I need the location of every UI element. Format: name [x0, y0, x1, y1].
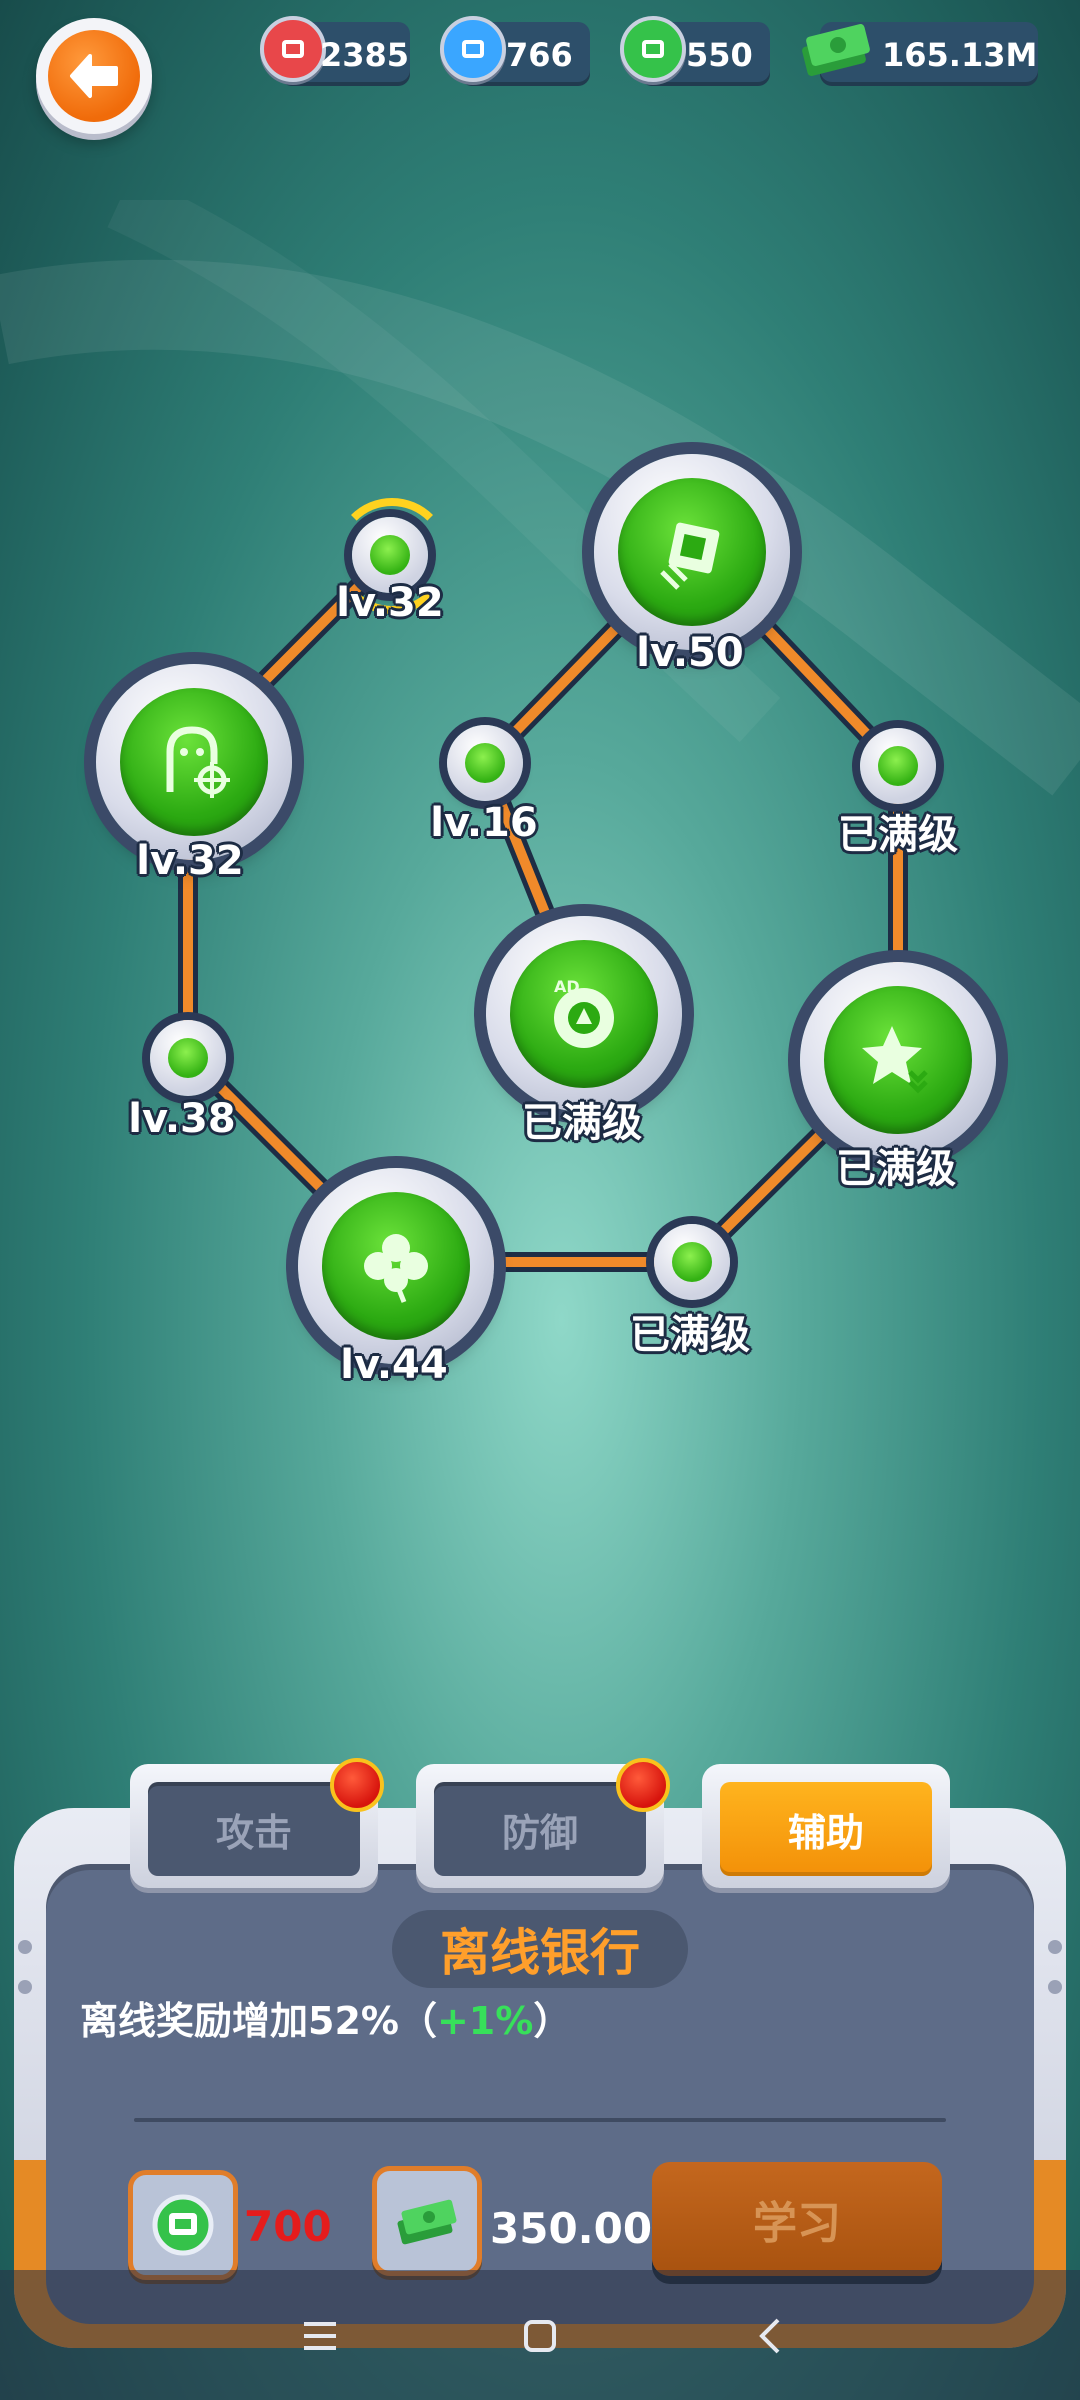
- notification-dot: [330, 1758, 384, 1812]
- notification-dot: [616, 1758, 670, 1812]
- cash-icon: [397, 2199, 457, 2245]
- cash-cost-box: [372, 2166, 482, 2276]
- skill-level-label: lv.38: [128, 1096, 236, 1142]
- tab-attack[interactable]: 攻击: [130, 1758, 384, 1888]
- skill-level-label: 已满级: [836, 1146, 956, 1192]
- target-ghost-icon: [166, 726, 230, 798]
- skill-node-left-small[interactable]: [150, 1020, 226, 1096]
- skill-node-bottom-big[interactable]: [298, 1168, 494, 1364]
- description-bonus: +1%: [436, 1999, 534, 2043]
- tab-support[interactable]: 辅助: [702, 1764, 950, 1888]
- gem-cost-box: [128, 2170, 238, 2280]
- skill-node-bottom-small[interactable]: [654, 1224, 730, 1300]
- skill-level-label: lv.50: [636, 630, 744, 676]
- skill-level-label: 已满级: [522, 1100, 642, 1146]
- clover-icon: [364, 1234, 428, 1303]
- gem-cost-value: 700: [244, 2202, 332, 2251]
- panel-rivet: [18, 1940, 32, 1954]
- skill-node-right-big[interactable]: [800, 962, 996, 1158]
- panel-rivet: [1048, 1980, 1062, 1994]
- home-icon[interactable]: [520, 2316, 560, 2356]
- back-icon[interactable]: [752, 2316, 792, 2356]
- skill-title: 离线银行: [392, 1910, 688, 1988]
- skill-level-label: lv.32: [336, 580, 444, 626]
- green-gem-icon: [152, 2194, 214, 2256]
- cube-icon: [660, 522, 720, 590]
- learn-button[interactable]: 学习: [652, 2162, 942, 2276]
- panel-rivet: [18, 1980, 32, 1994]
- skill-description: 离线奖励增加52%（+1%）: [80, 1990, 571, 2045]
- skill-level-label: lv.32: [136, 838, 244, 884]
- tab-defense-label: 防御: [434, 1782, 646, 1876]
- skill-level-label: lv.16: [430, 800, 538, 846]
- description-end: ）: [533, 1999, 572, 2043]
- skill-level-label: lv.44: [340, 1342, 448, 1388]
- tab-defense[interactable]: 防御: [416, 1758, 670, 1888]
- tab-attack-label: 攻击: [148, 1782, 360, 1876]
- divider: [134, 2118, 946, 2122]
- skill-node-center-big[interactable]: AD: [486, 916, 682, 1112]
- panel-rivet: [1048, 1940, 1062, 1954]
- skill-node-center-small[interactable]: [447, 725, 523, 801]
- skill-node-top-center-big[interactable]: [594, 454, 790, 650]
- star-chevron-icon: [862, 1026, 928, 1094]
- tab-support-label: 辅助: [720, 1782, 932, 1876]
- skill-level-label: 已满级: [838, 812, 958, 858]
- ad-bag-icon: AD: [554, 977, 614, 1048]
- description-main: 离线奖励增加52%（: [80, 1999, 437, 2043]
- skill-node-left-big[interactable]: [96, 664, 292, 860]
- skill-node-right-small[interactable]: [860, 728, 936, 804]
- skill-level-label: 已满级: [630, 1312, 750, 1358]
- svg-text:AD: AD: [554, 977, 580, 996]
- menu-icon[interactable]: [300, 2316, 340, 2356]
